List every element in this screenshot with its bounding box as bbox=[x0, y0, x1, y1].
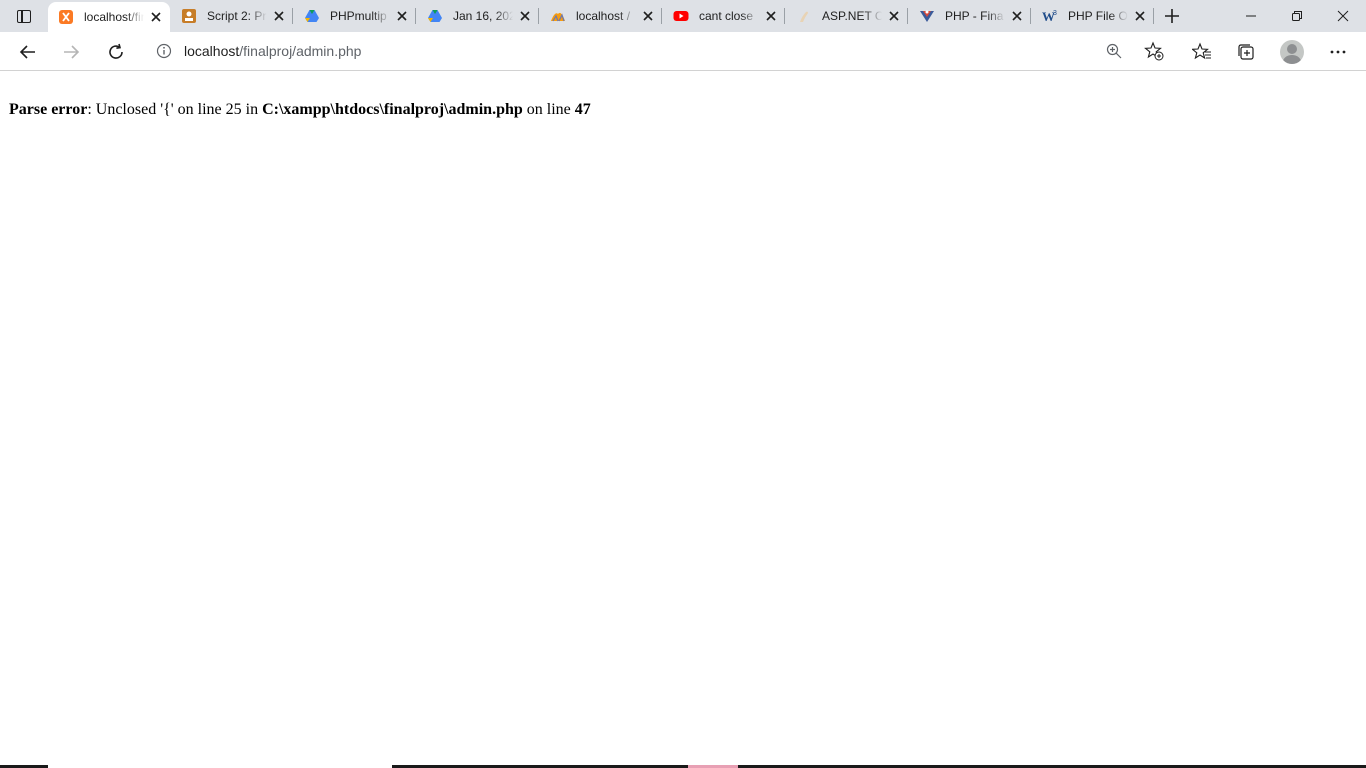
tab-strip: localhost/finalproj/admin.php Script 2: … bbox=[0, 0, 1366, 32]
profile-avatar[interactable] bbox=[1280, 40, 1304, 64]
tab-aspnet[interactable]: ASP.NET C bbox=[786, 0, 908, 32]
tab-title: PHP - Fina bbox=[945, 9, 1004, 23]
tab-title: ASP.NET C bbox=[822, 9, 882, 23]
php-error-message: Parse error: Unclosed '{' on line 25 in … bbox=[9, 101, 591, 119]
forward-arrow-icon bbox=[64, 45, 80, 59]
url-host: localhost bbox=[184, 43, 240, 59]
error-suffix: on line bbox=[522, 101, 575, 118]
close-tab-icon[interactable] bbox=[1132, 8, 1148, 24]
tab-title: Jan 16, 202 bbox=[453, 9, 513, 23]
drive-icon bbox=[427, 8, 443, 24]
tab-jan16[interactable]: Jan 16, 202 bbox=[417, 0, 539, 32]
error-file-path: C:\xampp\htdocs\finalproj\admin.php bbox=[262, 101, 523, 118]
close-tab-icon[interactable] bbox=[640, 8, 656, 24]
youtube-icon bbox=[673, 8, 689, 24]
tab-title: localhost/finalproj/admin.php bbox=[84, 10, 144, 24]
tab-youtube[interactable]: cant close bbox=[663, 0, 785, 32]
tab-separator bbox=[1030, 8, 1031, 24]
tab-phpmultip[interactable]: PHPmultip bbox=[294, 0, 416, 32]
page-content: Parse error: Unclosed '{' on line 25 in … bbox=[0, 71, 1366, 768]
drive-icon bbox=[304, 8, 320, 24]
error-message: : Unclosed '{' on line 25 in bbox=[87, 101, 263, 118]
tab-title: Script 2: Pr bbox=[207, 9, 267, 23]
tab-separator bbox=[784, 8, 785, 24]
tab-separator bbox=[415, 8, 416, 24]
tab-separator bbox=[292, 8, 293, 24]
collections-button[interactable] bbox=[1230, 36, 1262, 68]
back-arrow-icon bbox=[19, 45, 35, 59]
favorites-icon bbox=[1192, 42, 1211, 60]
close-tab-icon[interactable] bbox=[763, 8, 779, 24]
tab-actions-icon bbox=[17, 9, 31, 23]
minimize-button[interactable] bbox=[1228, 0, 1274, 32]
tab-title: cant close bbox=[699, 9, 754, 23]
zoom-icon[interactable] bbox=[1106, 43, 1122, 59]
close-tab-icon[interactable] bbox=[517, 8, 533, 24]
close-icon bbox=[1337, 10, 1349, 22]
close-tab-icon[interactable] bbox=[148, 9, 164, 25]
close-tab-icon[interactable] bbox=[886, 8, 902, 24]
refresh-button[interactable] bbox=[100, 36, 132, 68]
restore-button[interactable] bbox=[1274, 0, 1320, 32]
minimize-icon bbox=[1246, 15, 1256, 17]
browser-toolbar: localhost/finalproj/admin.php bbox=[0, 32, 1366, 71]
tab-separator bbox=[907, 8, 908, 24]
forward-button[interactable] bbox=[55, 36, 87, 68]
add-favorite-icon[interactable] bbox=[1144, 41, 1164, 61]
restore-icon bbox=[1292, 11, 1302, 21]
favorites-button[interactable] bbox=[1186, 36, 1218, 68]
more-icon bbox=[1330, 50, 1346, 54]
close-window-button[interactable] bbox=[1320, 0, 1366, 32]
tab-separator bbox=[661, 8, 662, 24]
tab-localhost-admin[interactable]: localhost/finalproj/admin.php bbox=[48, 2, 170, 32]
script-icon bbox=[181, 8, 197, 24]
avatar-head bbox=[1287, 44, 1297, 54]
close-tab-icon[interactable] bbox=[394, 8, 410, 24]
w3schools-icon: W3 bbox=[1042, 8, 1058, 24]
page-icon bbox=[796, 8, 812, 24]
close-tab-icon[interactable] bbox=[271, 8, 287, 24]
tab-title: localhost / bbox=[576, 9, 631, 23]
svg-text:3: 3 bbox=[1053, 10, 1057, 17]
back-button[interactable] bbox=[12, 36, 44, 68]
tab-phpmyadmin[interactable]: localhost / bbox=[540, 0, 662, 32]
w3-icon bbox=[919, 8, 935, 24]
new-tab-button[interactable] bbox=[1160, 4, 1184, 28]
error-label: Parse error bbox=[9, 101, 88, 118]
tab-actions-menu-button[interactable] bbox=[8, 4, 40, 28]
site-info-icon[interactable] bbox=[144, 36, 184, 66]
collections-icon bbox=[1238, 44, 1254, 60]
close-tab-icon[interactable] bbox=[1009, 8, 1025, 24]
avatar-body bbox=[1283, 55, 1301, 64]
address-bar[interactable]: localhost/finalproj/admin.php bbox=[144, 36, 1174, 66]
tab-script[interactable]: Script 2: Pr bbox=[171, 0, 293, 32]
tab-php-file[interactable]: W3 PHP File O bbox=[1032, 0, 1154, 32]
phpmyadmin-icon bbox=[550, 8, 566, 24]
plus-icon bbox=[1165, 9, 1179, 23]
tab-title: PHP File O bbox=[1068, 9, 1128, 23]
tab-separator bbox=[1153, 8, 1154, 24]
settings-more-button[interactable] bbox=[1322, 36, 1354, 68]
url-text[interactable]: localhost/finalproj/admin.php bbox=[184, 43, 1174, 59]
url-path: /finalproj/admin.php bbox=[239, 43, 362, 59]
tab-php-final[interactable]: PHP - Fina bbox=[909, 0, 1031, 32]
tab-separator bbox=[538, 8, 539, 24]
refresh-icon bbox=[109, 43, 123, 59]
error-line-number: 47 bbox=[574, 101, 591, 118]
xampp-icon bbox=[58, 9, 74, 25]
tab-title: PHPmultip bbox=[330, 9, 387, 23]
